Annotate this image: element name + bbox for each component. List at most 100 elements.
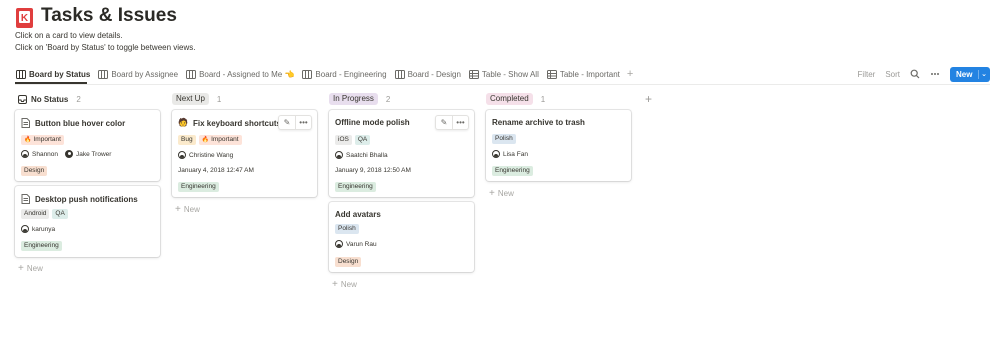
tab-board-design[interactable]: Board - Design	[394, 67, 462, 81]
column-count: 2	[385, 94, 391, 104]
sort-button[interactable]: Sort	[885, 70, 900, 79]
person-name: Lisa Fan	[503, 150, 528, 158]
card-title: 🧑 Fix keyboard shortcuts	[178, 118, 281, 128]
new-button[interactable]: New ⌄	[950, 66, 990, 82]
card-title-text: Rename archive to trash	[492, 118, 585, 127]
card-team: Engineering	[21, 241, 65, 251]
more-icon[interactable]: •••	[295, 116, 311, 129]
date-text: January 9, 2018 12:50 AM	[335, 167, 411, 174]
tab-board-engineering[interactable]: Board - Engineering	[301, 67, 387, 81]
column-name: Completed	[486, 93, 533, 105]
view-tabs: Board by Status Board by Assignee Board …	[15, 67, 633, 81]
column-header-no-status[interactable]: No Status 2	[18, 93, 81, 105]
card-team: Design	[21, 166, 50, 176]
new-card-button-completed[interactable]: + New	[489, 188, 514, 199]
card-button-blue-hover[interactable]: Button blue hover color 🔥 Important Shann…	[15, 110, 160, 181]
tab-board-by-assignee[interactable]: Board by Assignee	[97, 67, 179, 81]
card-team: Engineering	[335, 182, 379, 192]
new-card-button-in-progress[interactable]: + New	[332, 279, 357, 290]
chevron-down-icon[interactable]: ⌄	[981, 70, 987, 78]
fire-icon: 🔥	[24, 137, 32, 143]
new-card-label: New	[340, 280, 357, 289]
svg-text:K: K	[21, 13, 29, 24]
tag-polish: Polish	[335, 224, 359, 234]
column-header-next-up[interactable]: Next Up 1	[172, 93, 221, 105]
card-team: Design	[335, 257, 364, 267]
tag-engineering: Engineering	[335, 182, 376, 192]
card-add-avatars[interactable]: Add avatars Polish Varun Rau Design	[329, 202, 474, 272]
card-title: Add avatars	[335, 210, 381, 219]
more-icon[interactable]	[930, 69, 940, 79]
person-name: Jake Trower	[76, 150, 112, 158]
card-fix-keyboard-shortcuts[interactable]: 🧑 Fix keyboard shortcuts ✎ ••• Bug 🔥 Impo…	[172, 110, 317, 197]
card-title: Desktop push notifications	[21, 194, 138, 204]
person-lisa-fan: Lisa Fan	[492, 150, 528, 158]
more-icon[interactable]: •••	[452, 116, 468, 129]
plus-icon: +	[175, 204, 181, 215]
tabs-divider	[15, 84, 990, 85]
new-card-label: New	[183, 205, 200, 214]
add-group-plus-icon[interactable]: +	[645, 92, 652, 106]
tag-android: Android	[21, 209, 50, 219]
add-view-plus-icon[interactable]: +	[627, 68, 633, 80]
column-count: 1	[216, 94, 222, 104]
filter-button[interactable]: Filter	[858, 70, 876, 79]
board-icon	[98, 69, 109, 79]
tab-table-show-all[interactable]: Table - Show All	[468, 67, 540, 81]
column-header-completed[interactable]: Completed 1	[486, 93, 545, 105]
card-title-text: Desktop push notifications	[35, 194, 138, 204]
card-desktop-push[interactable]: Desktop push notifications Android QA ka…	[15, 186, 160, 257]
column-name: No Status	[31, 94, 69, 104]
card-rename-archive[interactable]: Rename archive to trash Polish Lisa Fan …	[486, 110, 631, 181]
new-card-button-no-status[interactable]: + New	[18, 263, 43, 274]
person-name: Saatchi Bhalla	[346, 151, 388, 159]
card-title-text: Button blue hover color	[35, 118, 126, 128]
person-name: karunya	[32, 225, 56, 233]
tab-label: Table - Show All	[481, 69, 539, 79]
card-tags: 🔥 Important	[21, 135, 67, 145]
search-icon[interactable]	[910, 69, 920, 79]
person-karunya: karunya	[21, 225, 55, 233]
fire-icon: 🔥	[201, 137, 210, 143]
new-button-label: New	[956, 69, 973, 79]
edit-pencil-icon[interactable]: ✎	[436, 116, 452, 129]
card-title-text: Offline mode polish	[335, 118, 410, 127]
column-name: Next Up	[172, 93, 209, 105]
table-icon	[546, 69, 557, 79]
board-icon	[302, 69, 313, 79]
new-button-divider	[978, 69, 979, 79]
avatar	[492, 150, 500, 158]
column-header-in-progress[interactable]: In Progress 2	[329, 93, 390, 105]
page-icon	[21, 194, 30, 204]
board-icon	[394, 69, 405, 79]
person-shannon: Shannon	[21, 150, 58, 158]
person-emoji-icon: 🧑	[178, 118, 188, 127]
tab-board-assigned-to-me[interactable]: Board - Assigned to Me 👈	[185, 67, 295, 81]
tab-table-important[interactable]: Table - Important	[546, 67, 621, 81]
card-offline-mode-polish[interactable]: Offline mode polish ✎ ••• iOS QA Saatchi…	[329, 110, 474, 197]
avatar	[178, 151, 186, 159]
card-tags: Android QA	[21, 209, 71, 219]
tab-label: Table - Important	[559, 69, 620, 79]
card-team: Engineering	[492, 166, 536, 176]
new-card-label: New	[497, 189, 514, 198]
tab-board-by-status[interactable]: Board by Status	[15, 67, 91, 81]
card-people: Shannon Jake Trower	[21, 150, 118, 158]
kanban-board-icon: K	[16, 8, 33, 28]
card-date: January 4, 2018 12:47 AM	[178, 167, 254, 174]
card-team: Engineering	[178, 182, 222, 192]
person-name: Varun Rau	[346, 240, 377, 248]
new-card-button-next-up[interactable]: + New	[175, 204, 200, 215]
tab-label: Board by Assignee	[111, 69, 179, 79]
card-tags: Polish	[492, 134, 519, 144]
page-description-line-1: Click on a card to view details.	[15, 31, 123, 40]
avatar	[335, 151, 343, 159]
card-date: January 9, 2018 12:50 AM	[335, 167, 411, 174]
person-christine-wang: Christine Wang	[178, 151, 233, 159]
tag-text: Important	[33, 136, 61, 143]
edit-pencil-icon[interactable]: ✎	[279, 116, 295, 129]
card-people: Christine Wang	[178, 151, 240, 159]
board-icon	[16, 69, 26, 79]
tab-label: Board - Design	[407, 69, 461, 79]
plus-icon: +	[332, 279, 338, 290]
